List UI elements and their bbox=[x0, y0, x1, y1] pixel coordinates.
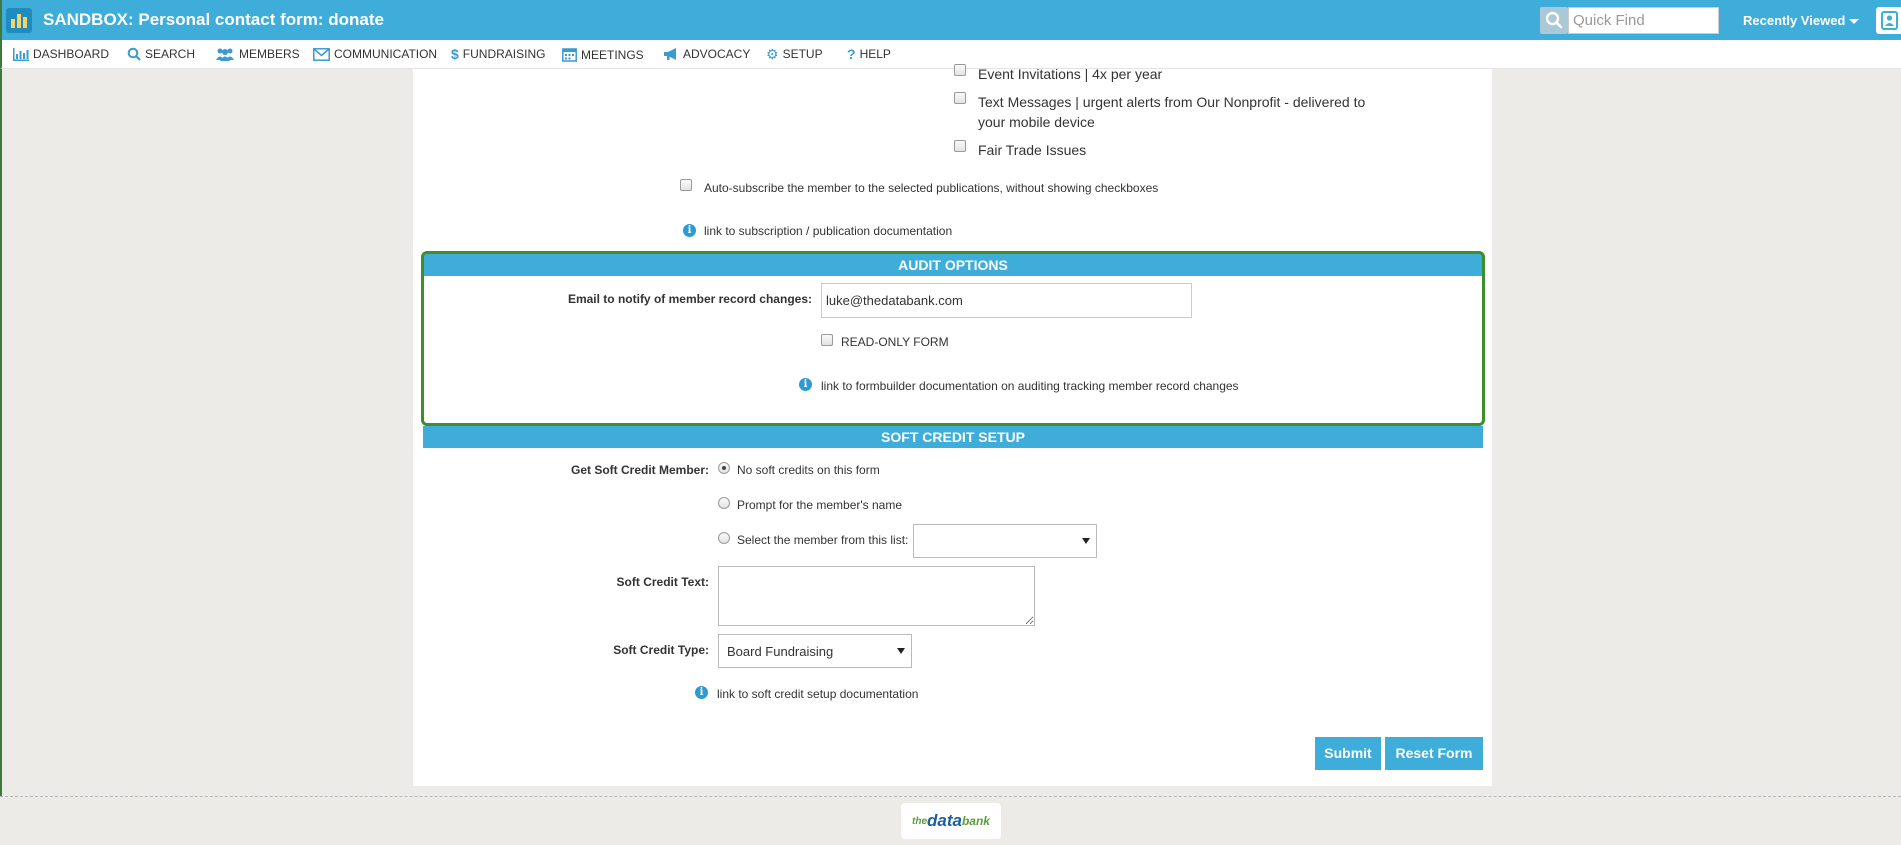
nav-dashboard[interactable]: DASHBOARD bbox=[13, 47, 109, 61]
search-icon bbox=[127, 47, 141, 61]
nav-help[interactable]: ? HELP bbox=[847, 47, 891, 61]
submit-button[interactable]: Submit bbox=[1315, 737, 1381, 770]
recently-viewed-label: Recently Viewed bbox=[1743, 13, 1846, 28]
nav-label: FUNDRAISING bbox=[462, 47, 546, 61]
soft-credit-type-label: Soft Credit Type: bbox=[613, 643, 709, 657]
publication-checkbox[interactable] bbox=[954, 64, 966, 76]
megaphone-icon bbox=[663, 47, 679, 61]
nav-label: SETUP bbox=[782, 47, 823, 61]
users-icon bbox=[215, 47, 235, 61]
soft-credit-header: SOFT CREDIT SETUP bbox=[423, 426, 1483, 448]
nav-members[interactable]: MEMBERS bbox=[215, 47, 300, 61]
info-icon: i bbox=[799, 378, 812, 391]
publication-doc-link[interactable]: link to subscription / publication docum… bbox=[704, 224, 952, 238]
nav-search[interactable]: SEARCH bbox=[127, 47, 195, 61]
chevron-down-icon bbox=[1082, 538, 1090, 544]
left-border bbox=[0, 69, 2, 796]
soft-credit-type-select[interactable]: Board Fundraising bbox=[718, 634, 912, 668]
nav-label: SEARCH bbox=[145, 47, 196, 61]
soft-credit-option-radio[interactable] bbox=[718, 462, 730, 474]
nav-setup[interactable]: ⚙ SETUP bbox=[766, 47, 823, 61]
chevron-down-icon bbox=[1849, 19, 1860, 25]
soft-credit-member-label: Get Soft Credit Member: bbox=[570, 463, 709, 477]
nav-advocacy[interactable]: ADVOCACY bbox=[663, 47, 750, 61]
recently-viewed-dropdown[interactable]: Recently Viewed bbox=[1743, 13, 1860, 28]
nav-communication[interactable]: COMMUNICATION bbox=[313, 47, 437, 61]
nav-label: MEMBERS bbox=[239, 47, 300, 61]
app-logo-icon[interactable] bbox=[6, 8, 32, 33]
calendar-icon bbox=[562, 47, 577, 62]
bar-chart-icon bbox=[13, 47, 29, 61]
footer-divider bbox=[0, 796, 1901, 797]
question-icon: ? bbox=[847, 46, 856, 62]
nav-label: MEETINGS bbox=[581, 47, 644, 62]
nav-label: ADVOCACY bbox=[683, 47, 751, 61]
read-only-label: READ-ONLY FORM bbox=[841, 335, 949, 349]
soft-credit-type-value: Board Fundraising bbox=[727, 643, 834, 659]
publication-checkbox[interactable] bbox=[954, 140, 966, 152]
gear-icon: ⚙ bbox=[766, 46, 779, 62]
nav-label: COMMUNICATION bbox=[334, 47, 438, 61]
soft-credit-option-radio[interactable] bbox=[718, 532, 730, 544]
nav-meetings[interactable]: MEETINGS bbox=[562, 47, 644, 62]
audit-options-highlight bbox=[421, 251, 1485, 426]
soft-credit-text-input[interactable] bbox=[718, 566, 1035, 626]
soft-credit-option-label: Select the member from this list: bbox=[737, 533, 909, 547]
soft-credit-option-radio[interactable] bbox=[718, 497, 730, 509]
soft-credit-option-label: Prompt for the member's name bbox=[737, 498, 903, 512]
publication-label-continued: your mobile device bbox=[978, 114, 1095, 130]
audit-doc-link[interactable]: link to formbuilder documentation on aud… bbox=[821, 379, 1239, 393]
top-bar: SANDBOX: Personal contact form: donate R… bbox=[0, 0, 1901, 40]
quick-find-input[interactable] bbox=[1568, 7, 1719, 34]
publication-checkbox[interactable] bbox=[954, 92, 966, 104]
nav-fundraising[interactable]: $ FUNDRAISING bbox=[451, 47, 545, 61]
soft-credit-text-label: Soft Credit Text: bbox=[616, 575, 709, 589]
read-only-checkbox[interactable] bbox=[821, 334, 833, 346]
info-icon: i bbox=[695, 686, 708, 699]
search-icon[interactable] bbox=[1540, 7, 1568, 34]
dollar-icon: $ bbox=[451, 46, 459, 62]
publication-label: Text Messages | urgent alerts from Our N… bbox=[978, 94, 1366, 110]
nav-label: DASHBOARD bbox=[33, 47, 110, 61]
email-notify-label: Email to notify of member record changes… bbox=[567, 292, 812, 306]
member-list-select[interactable] bbox=[913, 524, 1097, 558]
publication-label: Fair Trade Issues bbox=[978, 142, 1087, 158]
publication-label: Event Invitations | 4x per year bbox=[978, 66, 1163, 82]
user-menu-button[interactable] bbox=[1876, 7, 1901, 34]
auto-subscribe-checkbox[interactable] bbox=[680, 179, 692, 191]
envelope-icon bbox=[313, 47, 330, 61]
nav-label: HELP bbox=[859, 47, 891, 61]
soft-credit-doc-link[interactable]: link to soft credit setup documentation bbox=[717, 687, 918, 701]
databank-logo: the data bank bbox=[901, 803, 1001, 839]
email-notify-input[interactable] bbox=[821, 283, 1192, 318]
chevron-down-icon bbox=[897, 648, 905, 654]
auto-subscribe-label: Auto-subscribe the member to the selecte… bbox=[704, 181, 1159, 195]
reset-form-button[interactable]: Reset Form bbox=[1385, 737, 1483, 770]
page-title: SANDBOX: Personal contact form: donate bbox=[43, 10, 384, 29]
info-icon: i bbox=[683, 224, 696, 237]
user-icon bbox=[1881, 11, 1898, 30]
main-nav: DASHBOARD SEARCH MEMBERS COMMUNICATION $… bbox=[0, 40, 1901, 69]
soft-credit-option-label: No soft credits on this form bbox=[737, 463, 880, 477]
